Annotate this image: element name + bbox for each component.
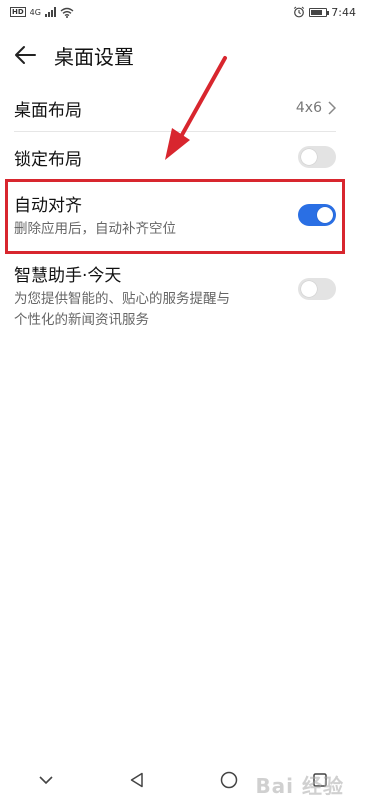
setting-text-group: 智慧助手·今天 为您提供智能的、贴心的服务提醒与 个性化的新闻资讯服务 [14,261,230,331]
status-time: 7:44 [331,5,356,19]
smart-assistant-toggle[interactable] [298,278,336,300]
setting-label: 智慧助手·今天 [14,266,122,286]
setting-value: 4x6 [295,100,322,116]
setting-row-smart-assistant[interactable]: 智慧助手·今天 为您提供智能的、贴心的服务提醒与 个性化的新闻资讯服务 [14,261,336,331]
signal-icon [44,7,56,17]
setting-sublabel: 删除应用后，自动补齐空位 [14,220,176,237]
wifi-icon [60,7,74,18]
arrow-left-icon [15,46,36,64]
setting-text-group: 自动对齐 删除应用后，自动补齐空位 [14,191,176,240]
setting-sublabel-line2: 个性化的新闻资讯服务 [14,312,149,328]
chevron-right-icon [328,101,336,115]
back-button[interactable] [0,36,50,74]
page-title: 桌面设置 [54,44,134,69]
status-left: HD 4G [10,7,74,18]
setting-label: 自动对齐 [14,195,82,216]
screen: HD 4G 7:44 桌面设置 桌面布局 4x6 锁定布局 自动对齐 删除应用后… [0,0,366,805]
network-label: 4G [29,7,41,17]
status-bar: HD 4G 7:44 [0,0,366,24]
setting-row-auto-align[interactable]: 自动对齐 删除应用后，自动补齐空位 [14,188,336,242]
status-right: 7:44 [293,6,356,19]
home-circle-icon [220,771,237,789]
chevron-down-icon [39,776,53,785]
toggle-knob [301,149,317,165]
nav-back-button[interactable] [117,760,157,800]
hd-icon: HD [10,7,26,17]
toggle-knob [317,207,333,223]
nav-home-button[interactable] [209,760,249,800]
auto-align-toggle[interactable] [298,204,336,226]
setting-value-wrap: 4x6 [296,100,336,116]
alarm-icon [294,6,305,18]
app-header: 桌面设置 [0,36,366,74]
battery-icon [309,7,330,17]
setting-label: 桌面布局 [14,100,82,121]
toggle-knob [301,281,317,297]
setting-sublabel-line1: 为您提供智能的、贴心的服务提醒与 [14,291,230,307]
setting-label: 锁定布局 [14,149,82,170]
setting-row-desktop-layout[interactable]: 桌面布局 4x6 [14,92,336,124]
lock-layout-toggle[interactable] [298,146,336,168]
watermark: Bai 经验 [255,774,344,798]
back-triangle-icon [131,772,143,788]
divider [14,131,336,132]
setting-row-lock-layout[interactable]: 锁定布局 [14,141,336,173]
hide-nav-button[interactable] [26,760,66,800]
